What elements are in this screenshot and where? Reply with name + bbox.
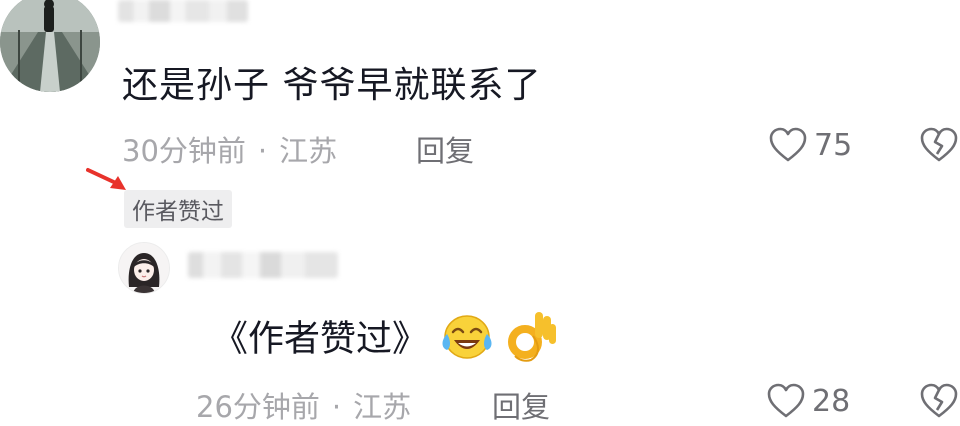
replier-avatar[interactable]	[118, 242, 170, 294]
commenter-avatar[interactable]	[0, 0, 100, 92]
author-liked-badge: 作者赞过	[124, 190, 232, 228]
comment-location: 江苏	[279, 134, 338, 168]
heart-icon	[769, 127, 807, 162]
comment-meta: 30分钟前 · 江苏	[122, 128, 337, 170]
broken-heart-icon	[920, 383, 958, 418]
commenter-username-blurred[interactable]	[118, 0, 248, 22]
comment-reply-button[interactable]: 回复	[416, 128, 474, 170]
reply-dislike-button[interactable]	[918, 382, 960, 424]
reply-like-button[interactable]: 28	[766, 382, 850, 420]
comment-like-count: 75	[814, 127, 853, 163]
ok-hand-emoji	[507, 308, 557, 373]
comment-like-button[interactable]: 75	[768, 126, 852, 164]
reply-text: 《作者赞过》	[212, 318, 429, 360]
broken-heart-icon	[920, 127, 958, 162]
comment-time: 30分钟前	[122, 134, 246, 168]
meta-separator: ·	[331, 390, 342, 424]
comment-text: 还是孙子 爷爷早就联系了	[122, 65, 542, 106]
reply-location: 江苏	[353, 390, 412, 424]
avatar-image	[0, 0, 100, 92]
reply-text-row: 《作者赞过》	[212, 308, 557, 373]
replier-username-blurred[interactable]	[188, 252, 338, 278]
reply-time: 26分钟前	[196, 390, 320, 424]
reply-like-count: 28	[812, 383, 851, 419]
meta-separator: ·	[257, 134, 268, 168]
crying-laughing-emoji	[439, 310, 495, 371]
heart-icon	[767, 383, 805, 418]
comment-dislike-button[interactable]	[918, 126, 960, 168]
avatar-image	[119, 243, 169, 293]
